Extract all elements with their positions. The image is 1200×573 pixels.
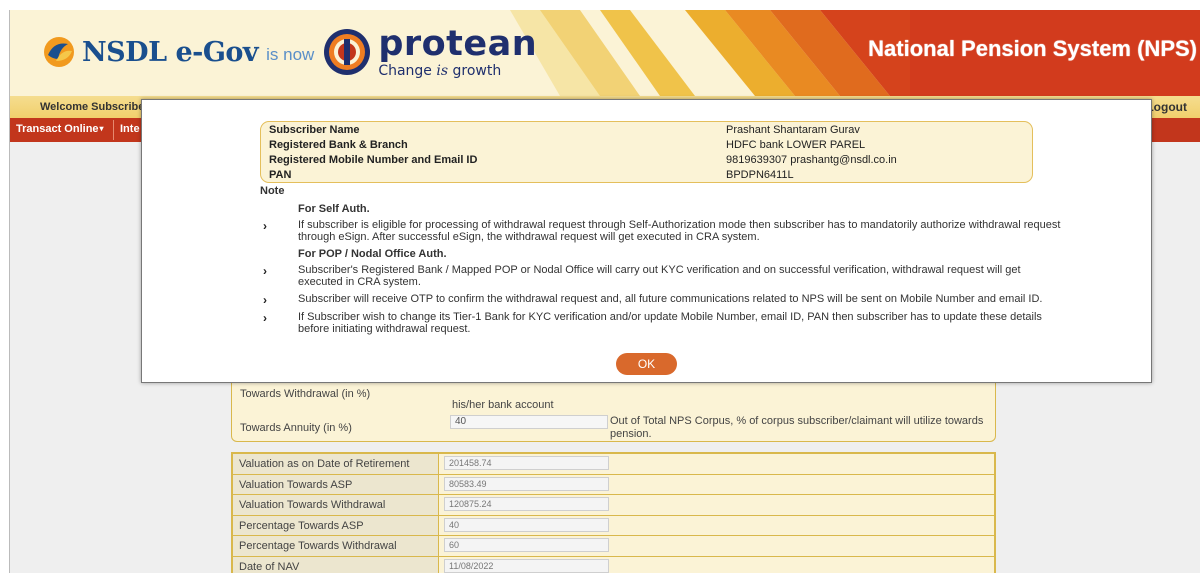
- table-row: Valuation as on Date of Retirement 201458…: [233, 454, 994, 475]
- note-bullet: › Subscriber's Registered Bank / Mapped …: [263, 264, 1063, 288]
- note-title: Note: [260, 185, 285, 197]
- annuity-label: Towards Annuity (in %): [240, 422, 352, 434]
- nsdl-brand-text: NSDL e-Gov: [82, 36, 259, 68]
- chevron-right-icon: ›: [263, 264, 267, 278]
- is-now-text: is now: [266, 45, 315, 64]
- withdrawal-note: his/her bank account: [452, 399, 554, 411]
- self-auth-heading: For Self Auth.: [298, 203, 370, 215]
- valuation-value-field: 120875.24: [444, 497, 609, 511]
- info-label: Registered Mobile Number and Email ID: [269, 154, 478, 166]
- menu-transact-label: Transact Online: [16, 123, 99, 135]
- valuation-label: Valuation as on Date of Retirement: [233, 454, 439, 474]
- info-value: HDFC bank LOWER PAREL: [726, 139, 866, 151]
- tagline-post: growth: [448, 62, 502, 79]
- valuation-label: Valuation Towards Withdrawal: [233, 495, 439, 515]
- table-row: Valuation Towards Withdrawal 120875.24: [233, 495, 994, 516]
- ok-button[interactable]: OK: [616, 353, 677, 375]
- tagline-is: is: [436, 62, 449, 79]
- chevron-right-icon: ›: [263, 219, 267, 233]
- valuation-cell: 11/08/2022: [439, 556, 994, 573]
- withdrawal-info-modal: Subscriber Name Prashant Shantaram Gurav R…: [141, 99, 1152, 383]
- valuation-cell: 80583.49: [439, 474, 994, 494]
- protean-tagline: Change is growth: [378, 64, 537, 78]
- valuation-label: Percentage Towards ASP: [233, 515, 439, 535]
- valuation-cell: 60: [439, 536, 994, 556]
- chevron-down-icon: ▾: [99, 124, 104, 133]
- info-label: Registered Bank & Branch: [269, 139, 408, 151]
- valuation-cell: 120875.24: [439, 495, 994, 515]
- note-bullet-text: Subscriber's Registered Bank / Mapped PO…: [298, 264, 1021, 288]
- note-bullet: › Subscriber will receive OTP to confirm…: [263, 293, 1063, 307]
- welcome-text: Welcome Subscribe: [40, 101, 145, 113]
- note-bullet-text: If Subscriber wish to change its Tier-1 …: [298, 311, 1042, 335]
- note-bullet: › If Subscriber wish to change its Tier-…: [263, 311, 1063, 335]
- note-bullet-text: Subscriber will receive OTP to confirm t…: [298, 293, 1043, 305]
- note-bullet-text: If subscriber is eligible for processing…: [298, 219, 1061, 243]
- logout-link[interactable]: Logout: [1146, 100, 1187, 114]
- info-label: PAN: [269, 169, 292, 181]
- brand-logo[interactable]: NSDL e-Gov is now protean Change is grow…: [42, 22, 537, 82]
- protean-logo-icon: [324, 29, 371, 75]
- menu-next-item[interactable]: Inte: [120, 123, 140, 135]
- valuation-cell: 40: [439, 515, 994, 535]
- page-frame: NSDL e-Gov is now protean Change is grow…: [9, 10, 1200, 573]
- chevron-right-icon: ›: [263, 293, 267, 307]
- pop-auth-heading: For POP / Nodal Office Auth.: [298, 248, 447, 260]
- annuity-input[interactable]: 40: [450, 415, 608, 429]
- table-row: Percentage Towards ASP 40: [233, 515, 994, 536]
- info-value: Prashant Shantaram Gurav: [726, 124, 860, 136]
- valuation-value-field: 40: [444, 517, 609, 532]
- valuation-value-field: 201458.74: [444, 456, 609, 470]
- withdrawal-label: Towards Withdrawal (in %): [240, 388, 371, 400]
- system-title: National Pension System (NPS): [868, 36, 1197, 61]
- header-stripes: [510, 10, 930, 96]
- note-bullet: › If subscriber is eligible for processi…: [263, 219, 1063, 243]
- valuation-label: Percentage Towards Withdrawal: [233, 536, 439, 556]
- nsdl-logo-icon: [44, 37, 74, 67]
- valuation-value-field: 80583.49: [444, 476, 609, 491]
- protean-wordmark: protean Change is growth: [378, 23, 538, 78]
- chevron-right-icon: ›: [263, 311, 267, 325]
- info-label: Subscriber Name: [269, 124, 360, 136]
- site-header: NSDL e-Gov is now protean Change is grow…: [10, 10, 1200, 96]
- tagline-pre: Change: [378, 62, 437, 79]
- valuation-table: Valuation as on Date of Retirement 201458…: [231, 452, 996, 573]
- valuation-value-field: 11/08/2022: [444, 558, 609, 573]
- table-row: Date of NAV 11/08/2022: [233, 556, 994, 573]
- annuity-note: Out of Total NPS Corpus, % of corpus sub…: [610, 415, 984, 440]
- valuation-label: Date of NAV: [233, 556, 439, 573]
- table-row: Percentage Towards Withdrawal 60: [233, 536, 994, 557]
- subscriber-info-box: Subscriber Name Prashant Shantaram Gurav R…: [260, 121, 1033, 183]
- valuation-label: Valuation Towards ASP: [233, 474, 439, 494]
- menu-divider: [113, 120, 114, 140]
- table-row: Valuation Towards ASP 80583.49: [233, 474, 994, 495]
- info-value: BPDPN6411L: [726, 169, 794, 181]
- valuation-cell: 201458.74: [439, 454, 994, 474]
- protean-brand-text: protean: [378, 23, 538, 64]
- info-value: 9819639307 prashantg@nsdl.co.in: [726, 154, 897, 166]
- menu-transact-online[interactable]: Transact Online▾: [16, 123, 104, 135]
- valuation-value-field: 60: [444, 538, 609, 552]
